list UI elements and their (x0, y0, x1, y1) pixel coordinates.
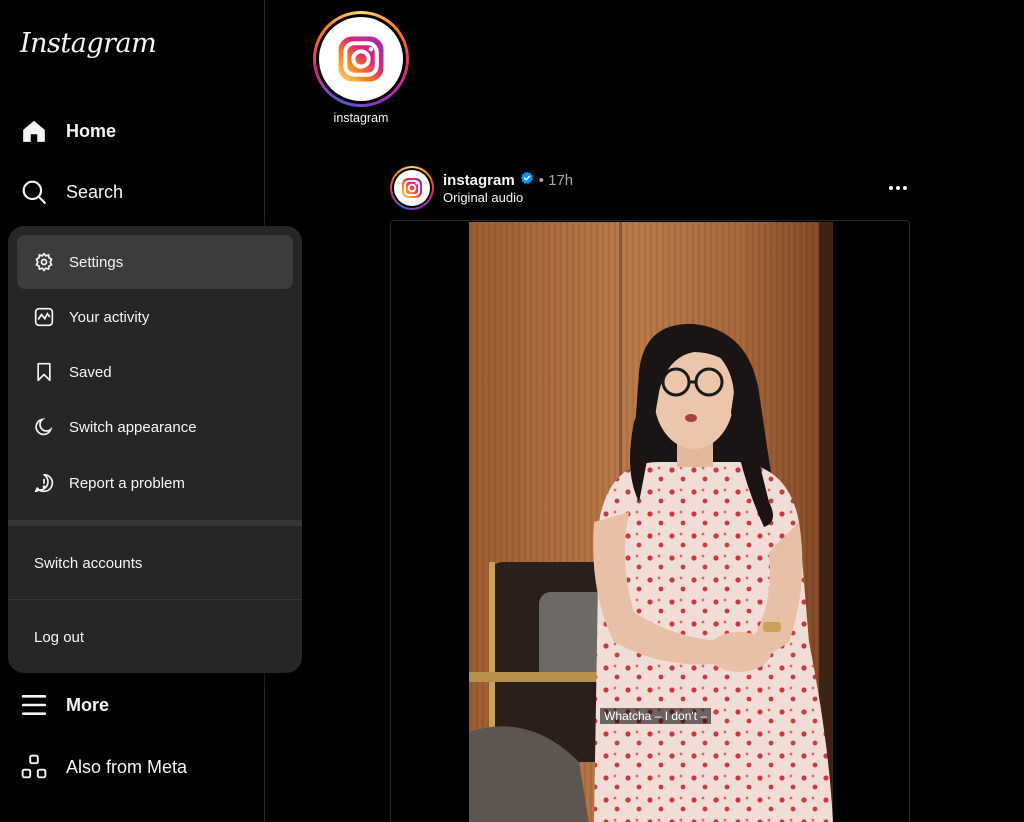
nav-search-label: Search (66, 181, 124, 202)
nav-also-from-meta[interactable]: Also from Meta (20, 747, 187, 787)
home-icon (20, 117, 48, 145)
nav-search[interactable]: Search (20, 172, 123, 212)
menu-item-saved[interactable]: Saved (17, 345, 293, 399)
menu-item-report-problem[interactable]: Report a problem (17, 456, 293, 510)
story-username: instagram (333, 111, 389, 125)
menu-divider (8, 599, 302, 600)
menu-item-switch-appearance-label: Switch appearance (69, 418, 197, 436)
more-dots-icon (889, 186, 893, 190)
menu-item-your-activity[interactable]: Your activity (17, 290, 293, 344)
post-timestamp: • 17h (538, 171, 574, 189)
nav-more-label: More (66, 694, 110, 715)
meta-apps-icon (20, 753, 48, 781)
report-icon (33, 472, 55, 494)
nav-more[interactable]: More (20, 685, 109, 725)
menu-item-settings-label: Settings (69, 253, 124, 271)
instagram-glyph-icon (319, 17, 403, 101)
moon-icon (33, 416, 55, 438)
menu-separator (8, 520, 302, 526)
instagram-avatar-icon (394, 170, 430, 206)
video-frame-illustration (469, 222, 833, 822)
post-media[interactable]: Whatcha – I don't – (390, 220, 910, 822)
post-username[interactable]: instagram (443, 172, 515, 189)
nav-home-label: Home (66, 120, 117, 141)
gear-icon (33, 251, 55, 273)
bookmark-icon (33, 361, 55, 383)
video-subtitle: Whatcha – I don't – (600, 708, 712, 724)
search-icon (20, 178, 48, 206)
activity-icon (33, 306, 55, 328)
nav-also-from-meta-label: Also from Meta (66, 756, 188, 777)
nav-home[interactable]: Home (20, 111, 116, 151)
menu-item-switch-accounts[interactable]: Switch accounts (34, 555, 142, 572)
menu-item-log-out[interactable]: Log out (34, 629, 84, 646)
post-avatar[interactable] (390, 166, 434, 210)
menu-item-report-problem-label: Report a problem (69, 474, 185, 492)
instagram-logo[interactable]: Instagram (20, 28, 157, 59)
post-audio[interactable]: Original audio (443, 190, 523, 205)
menu-item-your-activity-label: Your activity (69, 308, 150, 326)
menu-item-switch-appearance[interactable]: Switch appearance (17, 400, 293, 454)
post-options-button[interactable] (884, 176, 912, 200)
verified-badge-icon (520, 171, 534, 189)
post-header: instagram • 17h (443, 171, 573, 189)
menu-item-saved-label: Saved (69, 363, 112, 381)
story-ring (313, 11, 409, 107)
story-item[interactable]: instagram (313, 11, 409, 125)
hamburger-icon (20, 691, 48, 719)
more-menu-popup: Settings Your activity Saved Switch appe… (8, 226, 302, 673)
reel-video[interactable]: Whatcha – I don't – (469, 222, 833, 822)
menu-item-settings[interactable]: Settings (17, 235, 293, 289)
